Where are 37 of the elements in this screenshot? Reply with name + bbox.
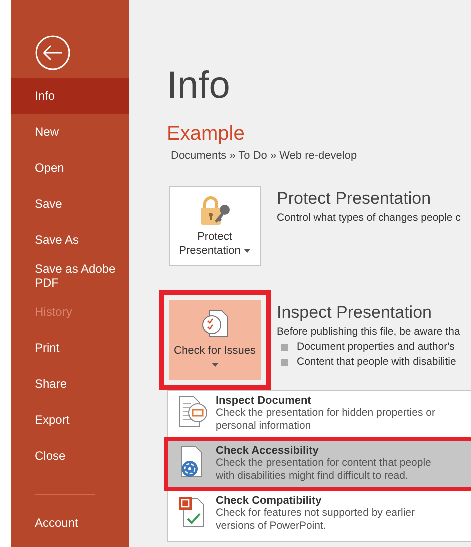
document-name: Example — [167, 122, 246, 146]
sidebar-item[interactable]: Export — [11, 402, 129, 438]
menu-item[interactable]: Check Compatibility Check for features not supported by earlier versions of PowerPoint. — [168, 491, 471, 537]
sidebar-item[interactable]: Account — [11, 505, 129, 541]
info-action-button[interactable]: Check for Issues — [169, 300, 261, 380]
caret-icon — [244, 249, 251, 254]
menu-item-title: Check Compatibility — [216, 495, 323, 507]
menu-item[interactable]: Inspect Document Check the presentation for hidden properties or personal information — [168, 391, 471, 437]
sidebar-item[interactable]: New — [11, 114, 129, 150]
sidebar-item[interactable]: Info — [11, 78, 129, 114]
info-action-button[interactable]: Protect Presentation — [169, 186, 261, 266]
menu-item-title: Inspect Document — [216, 395, 312, 407]
sidebar-item[interactable]: Share — [11, 366, 129, 402]
menu-item-description: Check for features not supported by earlier versions of PowerPoint. — [216, 507, 416, 533]
bullet-icon — [281, 358, 288, 366]
bullet-text: Content that people with disabilitie — [297, 356, 456, 368]
page-title: Info — [167, 64, 232, 108]
bullet-text: Document properties and author's — [297, 341, 455, 353]
document-inspect-icon — [178, 395, 210, 429]
sidebar-item[interactable]: Save As — [11, 222, 129, 258]
section-heading: Protect Presentation — [277, 188, 432, 210]
menu-item-description: Check the presentation for hidden properties or personal information — [216, 407, 436, 433]
caret-icon — [212, 363, 218, 368]
lock-key-icon — [198, 195, 232, 227]
bullet-icon — [281, 344, 288, 350]
menu-item[interactable]: Check Accessibility Check the presentation for content that people with disabilities might find difficult to read. — [168, 441, 471, 487]
sidebar-item[interactable]: Save as Adobe PDF — [11, 258, 129, 294]
menu-item-description: Check the presentation for content that people with disabilities might find difficult to read. — [216, 457, 432, 483]
sidebar-item[interactable]: Print — [11, 330, 129, 366]
section-description: Control what types of changes people c — [277, 212, 461, 224]
section-heading: Inspect Presentation — [277, 302, 433, 324]
sidebar-item[interactable]: Save — [11, 186, 129, 222]
section-description: Before publishing this file, be aware tha — [277, 326, 460, 338]
sidebar-item[interactable]: Close — [11, 438, 129, 474]
sidebar-item[interactable]: Open — [11, 150, 129, 186]
menu-item-title: Check Accessibility — [216, 445, 320, 457]
breadcrumb: Documents » To Do » Web re-develop — [171, 150, 358, 162]
